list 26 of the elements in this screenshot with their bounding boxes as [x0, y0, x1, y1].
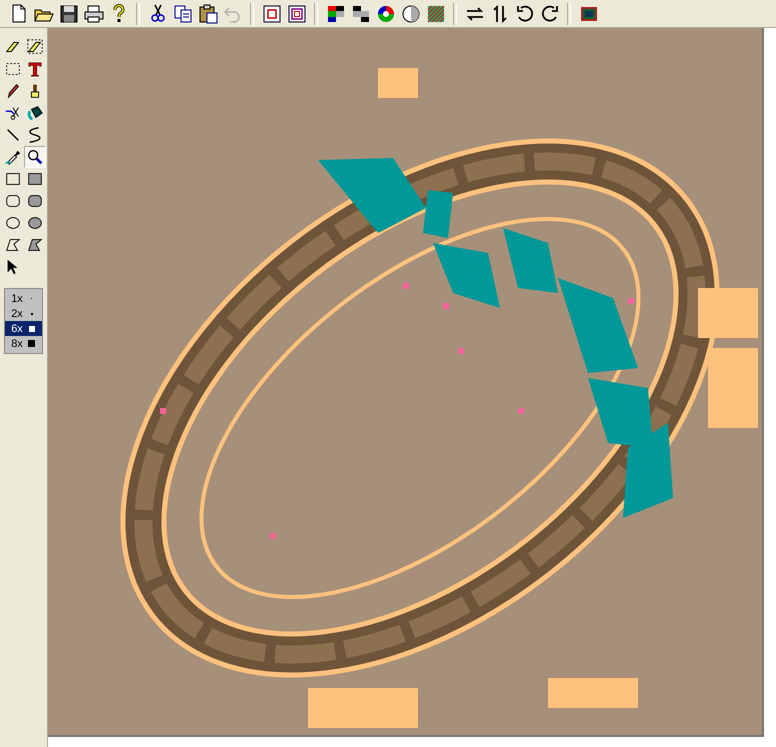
contrast-icon [400, 2, 422, 24]
zoom-option[interactable]: 1x [5, 291, 42, 306]
polygon-icon [4, 236, 22, 254]
square-frame-icon [260, 2, 282, 24]
eyedropper-icon [4, 148, 22, 166]
magnifier-icon [26, 148, 44, 166]
zoom-option[interactable]: 6x [5, 321, 42, 336]
zoom-option[interactable]: 2x [5, 306, 42, 321]
pattern-icon [424, 2, 446, 24]
printer-icon [82, 2, 104, 24]
double-frame-icon [286, 2, 308, 24]
rectangle-select-icon [4, 60, 22, 78]
selection-eraser-icon [26, 38, 44, 56]
filled-polygon-icon [26, 236, 44, 254]
filled-ellipse-icon [26, 214, 44, 232]
magnifier-tool[interactable] [24, 146, 46, 168]
rectangle-icon [4, 170, 22, 188]
rounded-rectangle-icon [4, 192, 22, 210]
paste-icon [196, 2, 218, 24]
ellipse-icon [4, 214, 22, 232]
copy-icon [172, 2, 194, 24]
zoom-option[interactable]: 8x [5, 336, 42, 351]
text-tool-icon [26, 60, 44, 78]
filled-rounded-rectangle-icon [26, 192, 44, 210]
filled-rectangle-icon [26, 170, 44, 188]
image-canvas[interactable] [48, 28, 764, 737]
